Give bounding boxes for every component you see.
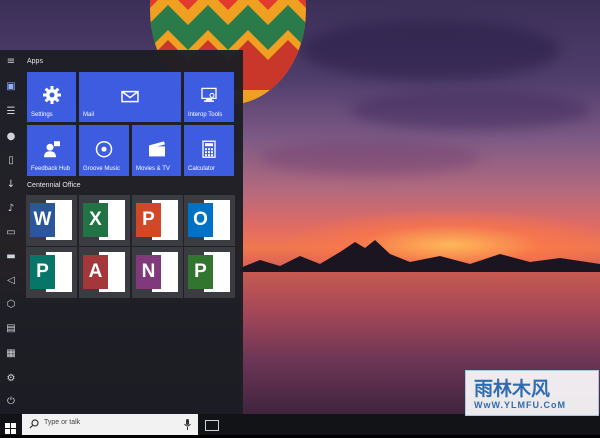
file-explorer-icon[interactable]: ▦ <box>5 348 17 360</box>
tree-silhouettes <box>240 240 600 274</box>
search-icon <box>29 419 39 429</box>
watermark-logo: 雨林木风 WwW.YLMFU.CoM <box>465 370 599 416</box>
search-placeholder: Type or talk <box>44 419 81 426</box>
hamburger-menu-icon[interactable]: ≡ <box>5 56 17 68</box>
project-tile[interactable]: P <box>184 247 235 298</box>
settings-tile-label: Settings <box>31 112 53 118</box>
groove-music-tile[interactable]: Groove Music <box>79 125 129 176</box>
network-icon[interactable]: ◁ <box>5 275 17 287</box>
excel-icon: X <box>83 203 108 237</box>
office-group-title: Centennial Office <box>27 182 81 189</box>
outlook-icon: O <box>188 203 213 237</box>
calculator-tile-label: Calculator <box>188 166 216 172</box>
search-box[interactable]: Type or talk <box>22 414 198 435</box>
start-button[interactable] <box>5 419 16 434</box>
access-icon: A <box>83 255 108 289</box>
feedback-hub-icon <box>43 140 60 157</box>
mail-tile[interactable]: Mail <box>79 72 181 122</box>
word-tile[interactable]: W <box>26 195 77 246</box>
apps-group-title: Apps <box>27 58 43 65</box>
power-icon[interactable]: ⏻ <box>5 396 17 408</box>
excel-tile[interactable]: X <box>79 195 130 246</box>
movies-tv-tile-label: Movies & TV <box>136 166 170 172</box>
onenote-tile[interactable]: N <box>132 247 183 298</box>
start-menu: ≡ ▣ ☰ ● ▯ ↓ ♪ ▭ ▬ ◁ ⬡ ▤ ▦ ⚙ ⏻ Apps Setti… <box>0 50 243 414</box>
project-icon: P <box>188 255 213 289</box>
task-view-icon[interactable] <box>205 420 219 431</box>
start-menu-rail: ≡ ▣ ☰ ● ▯ ↓ ♪ ▭ ▬ ◁ ⬡ ▤ ▦ ⚙ ⏻ <box>0 50 22 414</box>
movies-tv-icon <box>148 140 165 156</box>
all-apps-icon[interactable]: ☰ <box>5 106 17 118</box>
homegroup-icon[interactable]: ⬡ <box>5 299 17 311</box>
groove-music-icon <box>95 140 113 157</box>
powerpoint-tile[interactable]: P <box>132 195 183 246</box>
mail-tile-label: Mail <box>83 112 95 118</box>
access-tile[interactable]: A <box>79 247 130 298</box>
calculator-tile[interactable]: Calculator <box>184 125 234 176</box>
groove-music-tile-label: Groove Music <box>83 166 121 172</box>
documents-icon[interactable]: ▯ <box>5 155 17 167</box>
interop-tools-tile[interactable]: Interop Tools <box>184 72 234 122</box>
settings-icon[interactable]: ⚙ <box>5 373 17 385</box>
feedback-hub-tile[interactable]: Feedback Hub <box>27 125 76 176</box>
videos-icon[interactable]: ▬ <box>5 251 17 263</box>
word-icon: W <box>30 203 55 237</box>
user-avatar-icon[interactable]: ● <box>5 131 17 143</box>
outlook-tile[interactable]: O <box>184 195 235 246</box>
interop-tools-tile-label: Interop Tools <box>188 112 223 118</box>
downloads-icon[interactable]: ↓ <box>5 179 17 191</box>
feedback-hub-tile-label: Feedback Hub <box>31 166 71 172</box>
watermark-title: 雨林木风 <box>474 378 551 400</box>
settings-tile[interactable]: Settings <box>27 72 76 122</box>
onenote-icon: N <box>136 255 161 289</box>
calculator-icon <box>202 140 216 158</box>
publisher-icon: P <box>30 255 55 289</box>
personal-folder-icon[interactable]: ▤ <box>5 323 17 335</box>
pictures-icon[interactable]: ▭ <box>5 227 17 239</box>
gear-icon <box>42 86 61 104</box>
movies-tv-tile[interactable]: Movies & TV <box>132 125 181 176</box>
publisher-tile[interactable]: P <box>26 247 77 298</box>
mail-icon <box>121 90 139 103</box>
microphone-icon[interactable] <box>184 419 191 430</box>
windows-logo-icon <box>5 423 16 434</box>
powerpoint-icon: P <box>136 203 161 237</box>
watermark-url: WwW.YLMFU.CoM <box>474 400 566 410</box>
music-icon[interactable]: ♪ <box>5 203 17 215</box>
interop-tools-icon <box>201 87 217 102</box>
tiles-icon[interactable]: ▣ <box>5 81 17 93</box>
